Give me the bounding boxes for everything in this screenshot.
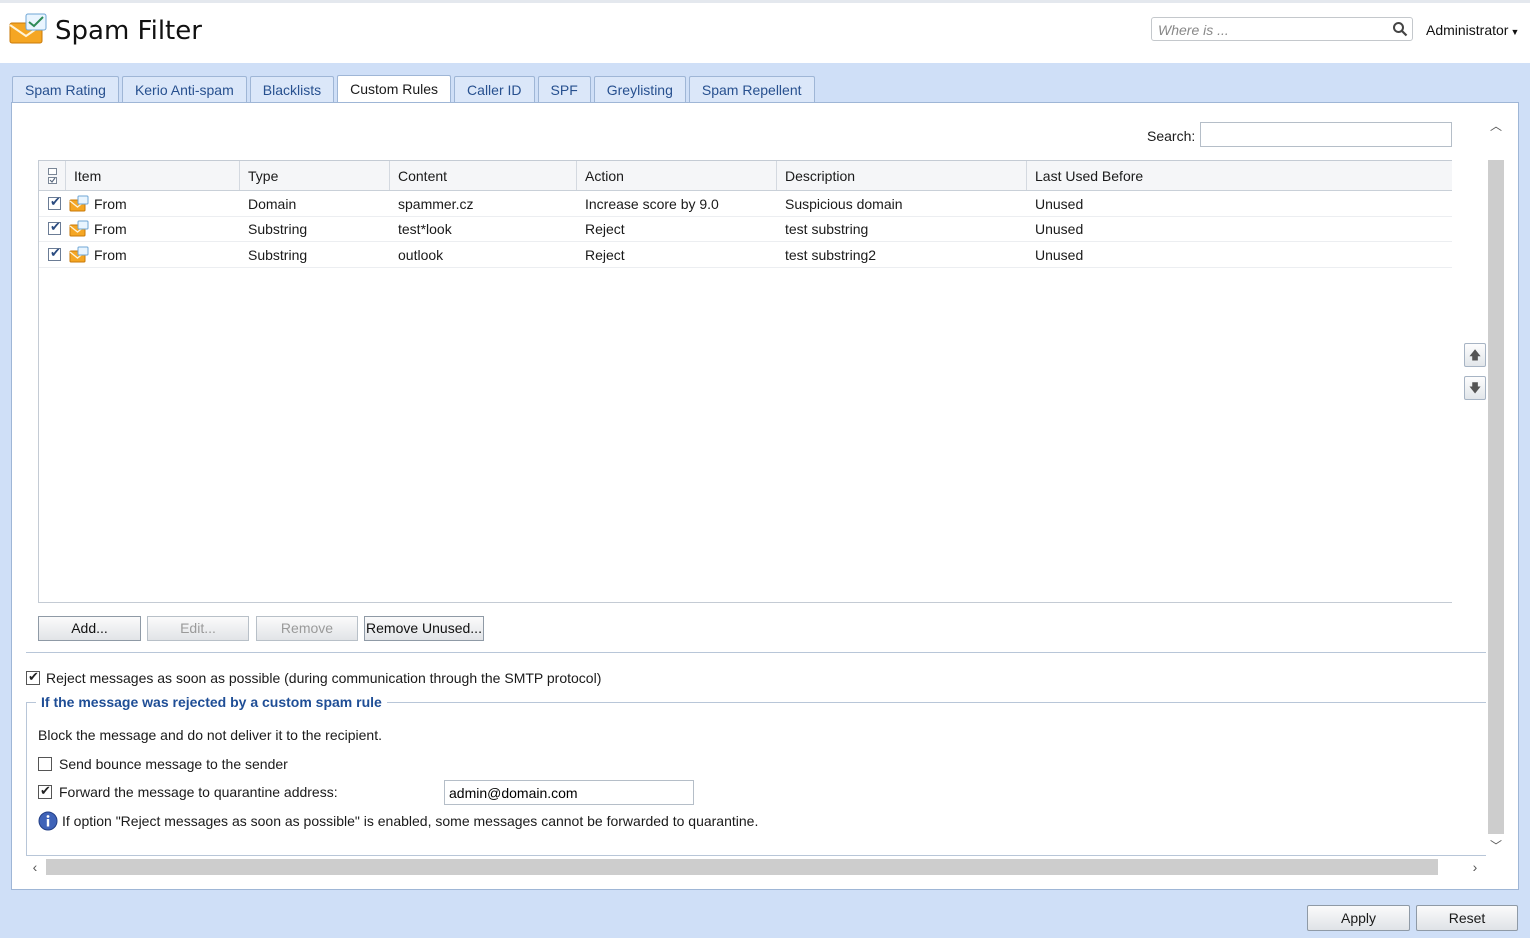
grid-header: Item Type Content Action Description Las… bbox=[39, 161, 1452, 191]
cell-action: Increase score by 9.0 bbox=[585, 196, 719, 212]
cell-last-used: Unused bbox=[1035, 221, 1084, 237]
tab-caller-id[interactable]: Caller ID bbox=[454, 76, 535, 102]
table-row[interactable]: ✔ From Substring outlook Reject test sub… bbox=[39, 242, 1452, 268]
global-search[interactable] bbox=[1151, 17, 1413, 41]
tab-kerio-anti-spam[interactable]: Kerio Anti-spam bbox=[121, 76, 247, 102]
rules-grid: Item Type Content Action Description Las… bbox=[38, 160, 1452, 603]
reject-asap-checkbox[interactable]: ✔ bbox=[26, 669, 40, 685]
search-icon[interactable] bbox=[1392, 21, 1408, 37]
cell-type: Substring bbox=[248, 221, 308, 237]
checkmark-icon: ✔ bbox=[50, 245, 61, 260]
tab-custom-rules[interactable]: Custom Rules bbox=[337, 75, 452, 103]
horizontal-scroll-thumb[interactable] bbox=[46, 859, 1438, 875]
cell-description: Suspicious domain bbox=[785, 196, 903, 212]
column-header-action[interactable]: Action bbox=[577, 161, 777, 190]
move-down-button[interactable]: 🡇 bbox=[1464, 376, 1486, 400]
info-icon bbox=[38, 811, 58, 831]
apply-button[interactable]: Apply bbox=[1307, 905, 1410, 931]
fieldset-border-left bbox=[26, 702, 27, 856]
column-header-item[interactable]: Item bbox=[66, 161, 240, 190]
scroll-left-icon[interactable]: ‹ bbox=[28, 859, 42, 875]
grid-search-input[interactable] bbox=[1200, 122, 1452, 147]
chevron-down-icon: ▼ bbox=[1510, 27, 1520, 37]
grid-search-label: Search: bbox=[1147, 128, 1196, 144]
vertical-scrollbar[interactable]: ︿ ﹀ bbox=[1487, 116, 1505, 858]
checkmark-icon: ✔ bbox=[28, 669, 39, 684]
cell-type: Domain bbox=[248, 196, 297, 212]
cell-item: From bbox=[94, 221, 127, 237]
table-row[interactable]: ✔ From Substring test*look Reject test s… bbox=[39, 216, 1452, 242]
fieldset-border-bottom bbox=[26, 855, 1486, 856]
cell-item: From bbox=[94, 247, 127, 263]
column-chooser-icon[interactable] bbox=[48, 168, 57, 184]
checkmark-icon: ✔ bbox=[40, 783, 51, 798]
block-message-text: Block the message and do not deliver it … bbox=[38, 727, 382, 743]
cell-last-used: Unused bbox=[1035, 196, 1084, 212]
move-up-button[interactable]: 🡅 bbox=[1464, 343, 1486, 367]
scroll-down-icon[interactable]: ﹀ bbox=[1490, 840, 1502, 852]
column-header-content[interactable]: Content bbox=[390, 161, 577, 190]
column-header-description[interactable]: Description bbox=[777, 161, 1027, 190]
row-enable-checkbox[interactable]: ✔ bbox=[48, 245, 61, 261]
tab-spam-rating[interactable]: Spam Rating bbox=[12, 76, 119, 102]
global-search-input[interactable] bbox=[1156, 20, 1390, 40]
arrow-up-icon: 🡅 bbox=[1468, 348, 1482, 362]
edit-button[interactable]: Edit... bbox=[147, 616, 249, 641]
cell-action: Reject bbox=[585, 221, 625, 237]
tab-spf[interactable]: SPF bbox=[537, 76, 591, 102]
divider bbox=[26, 652, 1486, 653]
cell-description: test substring2 bbox=[785, 247, 877, 263]
quarantine-address-field[interactable] bbox=[444, 780, 694, 805]
cell-action: Reject bbox=[585, 247, 625, 263]
cell-content: spammer.cz bbox=[398, 196, 474, 212]
page-title: Spam Filter bbox=[55, 16, 202, 46]
fieldset-legend: If the message was rejected by a custom … bbox=[36, 694, 387, 710]
tab-bar: Spam Rating Kerio Anti-spam Blacklists C… bbox=[12, 75, 818, 103]
reject-asap-label: Reject messages as soon as possible (dur… bbox=[46, 670, 602, 686]
tab-blacklists[interactable]: Blacklists bbox=[249, 76, 335, 102]
scroll-up-icon[interactable]: ︿ bbox=[1490, 120, 1502, 132]
cell-last-used: Unused bbox=[1035, 247, 1084, 263]
user-menu[interactable]: Administrator ▼ bbox=[1426, 22, 1519, 38]
horizontal-scrollbar[interactable]: ‹ › bbox=[26, 858, 1486, 876]
user-menu-label: Administrator bbox=[1426, 22, 1509, 38]
remove-unused-button[interactable]: Remove Unused... bbox=[364, 616, 484, 641]
tab-spam-repellent[interactable]: Spam Repellent bbox=[688, 76, 815, 102]
select-column-header[interactable] bbox=[39, 161, 66, 190]
cell-item: From bbox=[94, 196, 127, 212]
app-header: Spam Filter Administrator▼ bbox=[0, 3, 1530, 63]
forward-quarantine-label: Forward the message to quarantine addres… bbox=[59, 784, 338, 800]
reset-button[interactable]: Reset bbox=[1416, 905, 1518, 931]
cell-type: Substring bbox=[248, 247, 308, 263]
scroll-right-icon[interactable]: › bbox=[1468, 859, 1482, 875]
table-row[interactable]: ✔ From Domain spammer.cz Increase score … bbox=[39, 191, 1452, 217]
rule-envelope-icon bbox=[69, 195, 89, 212]
vertical-scroll-thumb[interactable] bbox=[1488, 160, 1504, 834]
info-text: If option "Reject messages as soon as po… bbox=[62, 813, 759, 829]
send-bounce-label: Send bounce message to the sender bbox=[59, 756, 288, 772]
cell-description: test substring bbox=[785, 221, 869, 237]
cell-content: test*look bbox=[398, 221, 452, 237]
column-header-type[interactable]: Type bbox=[240, 161, 390, 190]
rule-envelope-icon bbox=[69, 220, 89, 237]
send-bounce-checkbox[interactable] bbox=[38, 757, 52, 771]
forward-quarantine-checkbox[interactable]: ✔ bbox=[38, 783, 52, 799]
checkmark-icon: ✔ bbox=[50, 194, 61, 209]
rule-envelope-icon bbox=[69, 246, 89, 263]
add-button[interactable]: Add... bbox=[38, 616, 141, 641]
row-enable-checkbox[interactable]: ✔ bbox=[48, 219, 61, 235]
remove-button[interactable]: Remove bbox=[256, 616, 358, 641]
checkmark-icon: ✔ bbox=[50, 219, 61, 234]
tab-greylisting[interactable]: Greylisting bbox=[593, 76, 686, 102]
row-enable-checkbox[interactable]: ✔ bbox=[48, 194, 61, 210]
cell-content: outlook bbox=[398, 247, 444, 263]
column-header-last-used[interactable]: Last Used Before bbox=[1027, 161, 1452, 190]
spam-filter-icon bbox=[9, 13, 47, 44]
arrow-down-icon: 🡇 bbox=[1468, 381, 1482, 395]
